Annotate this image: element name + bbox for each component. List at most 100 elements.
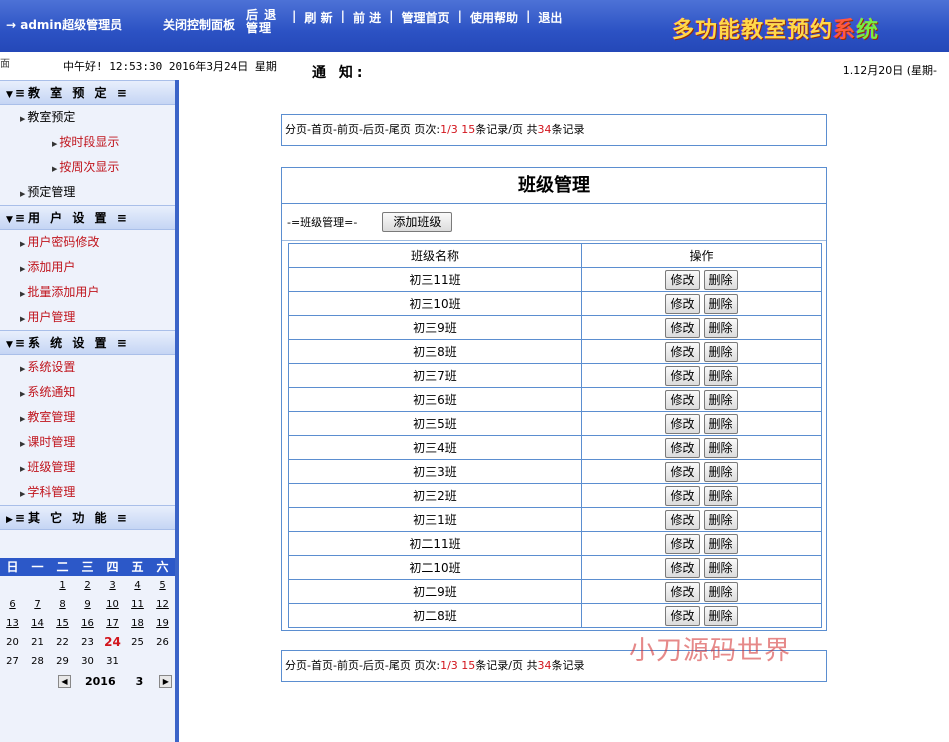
calendar-day[interactable]: 29 [50, 652, 75, 671]
calendar-day[interactable]: 6 [0, 595, 25, 614]
calendar-day[interactable]: 20 [0, 633, 25, 652]
delete-button[interactable]: 删除 [703, 461, 738, 482]
sidebar-menu-item[interactable]: ▶ 课时管理 [0, 430, 175, 455]
edit-button[interactable]: 修改 [665, 413, 700, 434]
calendar-day[interactable]: 31 [100, 652, 125, 671]
edit-button[interactable]: 修改 [665, 293, 700, 314]
calendar-day[interactable]: 14 [25, 614, 50, 633]
calendar-day[interactable]: 3 [100, 576, 125, 595]
delete-button[interactable]: 删除 [703, 581, 738, 602]
nav-refresh-link[interactable]: 刷 新 [304, 9, 332, 26]
edit-button[interactable]: 修改 [665, 557, 700, 578]
sidebar-menu-item[interactable]: ▶ 班级管理 [0, 455, 175, 480]
sidebar-menu-item[interactable]: ▶ 批量添加用户 [0, 280, 175, 305]
sidebar-menu-item-label: 按时段显示 [59, 135, 120, 149]
calendar-day[interactable]: 2 [75, 576, 100, 595]
calendar-day[interactable]: 11 [125, 595, 150, 614]
calendar-year[interactable]: 2016 [85, 675, 116, 688]
calendar-day[interactable]: 23 [75, 633, 100, 652]
edit-button[interactable]: 修改 [665, 533, 700, 554]
edit-button[interactable]: 修改 [665, 605, 700, 626]
edit-button[interactable]: 修改 [665, 485, 700, 506]
nav-back-link[interactable]: 后 退 管理 [246, 9, 284, 35]
actions-cell: 修改 删除 [581, 411, 822, 436]
collapse-arrow-icon: ▼ [6, 90, 13, 100]
nav-logout-link[interactable]: 退出 [538, 9, 562, 26]
edit-button[interactable]: 修改 [665, 365, 700, 386]
pager-links[interactable]: 分页-首页-前页-后页-尾页 页次: [285, 123, 440, 136]
delete-button[interactable]: 删除 [703, 293, 738, 314]
calendar-prev-button[interactable]: ◀ [58, 674, 71, 688]
sidebar-menu-item[interactable]: ▶ 按周次显示 [0, 155, 175, 180]
calendar-day[interactable]: 21 [25, 633, 50, 652]
delete-button[interactable]: 删除 [703, 485, 738, 506]
calendar-next-button[interactable]: ▶ [159, 674, 173, 688]
calendar-day[interactable]: 13 [0, 614, 25, 633]
calendar-month[interactable]: 3 [136, 675, 144, 688]
delete-button[interactable]: 删除 [703, 269, 738, 290]
nav-separator: | [389, 9, 394, 23]
bullet-icon: ▶ [20, 465, 26, 473]
calendar-day[interactable]: 8 [50, 595, 75, 614]
delete-button[interactable]: 删除 [703, 533, 738, 554]
edit-button[interactable]: 修改 [665, 461, 700, 482]
delete-button[interactable]: 删除 [703, 341, 738, 362]
calendar-day[interactable]: 27 [0, 652, 25, 671]
calendar-day[interactable]: 17 [100, 614, 125, 633]
calendar-day[interactable]: 22 [50, 633, 75, 652]
calendar-day[interactable]: 26 [150, 633, 175, 652]
edit-button[interactable]: 修改 [665, 581, 700, 602]
sidebar-menu-item[interactable]: ▶ 教室预定 [0, 105, 175, 130]
nav-admin-home-link[interactable]: 管理首页 [402, 9, 450, 26]
nav-help-link[interactable]: 使用帮助 [470, 9, 518, 26]
edit-button[interactable]: 修改 [665, 341, 700, 362]
delete-button[interactable]: 删除 [703, 413, 738, 434]
sidebar-menu-item[interactable]: ▶ 教室管理 [0, 405, 175, 430]
calendar-day[interactable]: 28 [25, 652, 50, 671]
sidebar-menu-item[interactable]: ▶ 添加用户 [0, 255, 175, 280]
sidebar-menu-item[interactable]: ▶ 按时段显示 [0, 130, 175, 155]
calendar-day[interactable]: 24 [100, 633, 125, 652]
calendar-day[interactable]: 9 [75, 595, 100, 614]
sidebar-menu-item[interactable]: ▶ 学科管理 [0, 480, 175, 505]
delete-button[interactable]: 删除 [703, 389, 738, 410]
calendar-day[interactable]: 15 [50, 614, 75, 633]
delete-button[interactable]: 删除 [703, 605, 738, 626]
calendar-day[interactable]: 1 [50, 576, 75, 595]
pager-links[interactable]: 分页-首页-前页-后页-尾页 页次: [285, 659, 440, 672]
sidebar-menu-item[interactable]: ▶ 系统设置 [0, 355, 175, 380]
close-control-panel-link[interactable]: 关闭控制面板 [163, 16, 235, 33]
calendar-day[interactable]: 7 [25, 595, 50, 614]
edit-button[interactable]: 修改 [665, 269, 700, 290]
delete-button[interactable]: 删除 [703, 437, 738, 458]
sidebar-menu-item[interactable]: ▶ 预定管理 [0, 180, 175, 205]
delete-button[interactable]: 删除 [703, 509, 738, 530]
sidebar-section-header[interactable]: ▼ ≡教 室 预 定 ≡ [0, 80, 175, 105]
calendar-day[interactable]: 25 [125, 633, 150, 652]
edit-button[interactable]: 修改 [665, 437, 700, 458]
delete-button[interactable]: 删除 [703, 557, 738, 578]
add-class-button[interactable]: 添加班级 [382, 212, 453, 232]
sidebar-menu-item[interactable]: ▶ 系统通知 [0, 380, 175, 405]
table-row: 初三4班 修改 删除 [288, 435, 822, 460]
sidebar-section-header[interactable]: ▶ ≡其 它 功 能 ≡ [0, 505, 175, 530]
edit-button[interactable]: 修改 [665, 389, 700, 410]
calendar-day[interactable]: 4 [125, 576, 150, 595]
delete-button[interactable]: 删除 [703, 317, 738, 338]
edit-button[interactable]: 修改 [665, 509, 700, 530]
nav-separator: | [340, 9, 345, 23]
sidebar-menu-item[interactable]: ▶ 用户管理 [0, 305, 175, 330]
calendar-day[interactable]: 19 [150, 614, 175, 633]
calendar-day[interactable]: 16 [75, 614, 100, 633]
sidebar-menu-item[interactable]: ▶ 用户密码修改 [0, 230, 175, 255]
calendar-day[interactable]: 18 [125, 614, 150, 633]
sidebar-section-header[interactable]: ▼ ≡系 统 设 置 ≡ [0, 330, 175, 355]
calendar-day[interactable]: 30 [75, 652, 100, 671]
calendar-day[interactable]: 5 [150, 576, 175, 595]
sidebar-section-header[interactable]: ▼ ≡用 户 设 置 ≡ [0, 205, 175, 230]
edit-button[interactable]: 修改 [665, 317, 700, 338]
calendar-day[interactable]: 12 [150, 595, 175, 614]
nav-forward-link[interactable]: 前 进 [353, 9, 381, 26]
calendar-day[interactable]: 10 [100, 595, 125, 614]
delete-button[interactable]: 删除 [703, 365, 738, 386]
